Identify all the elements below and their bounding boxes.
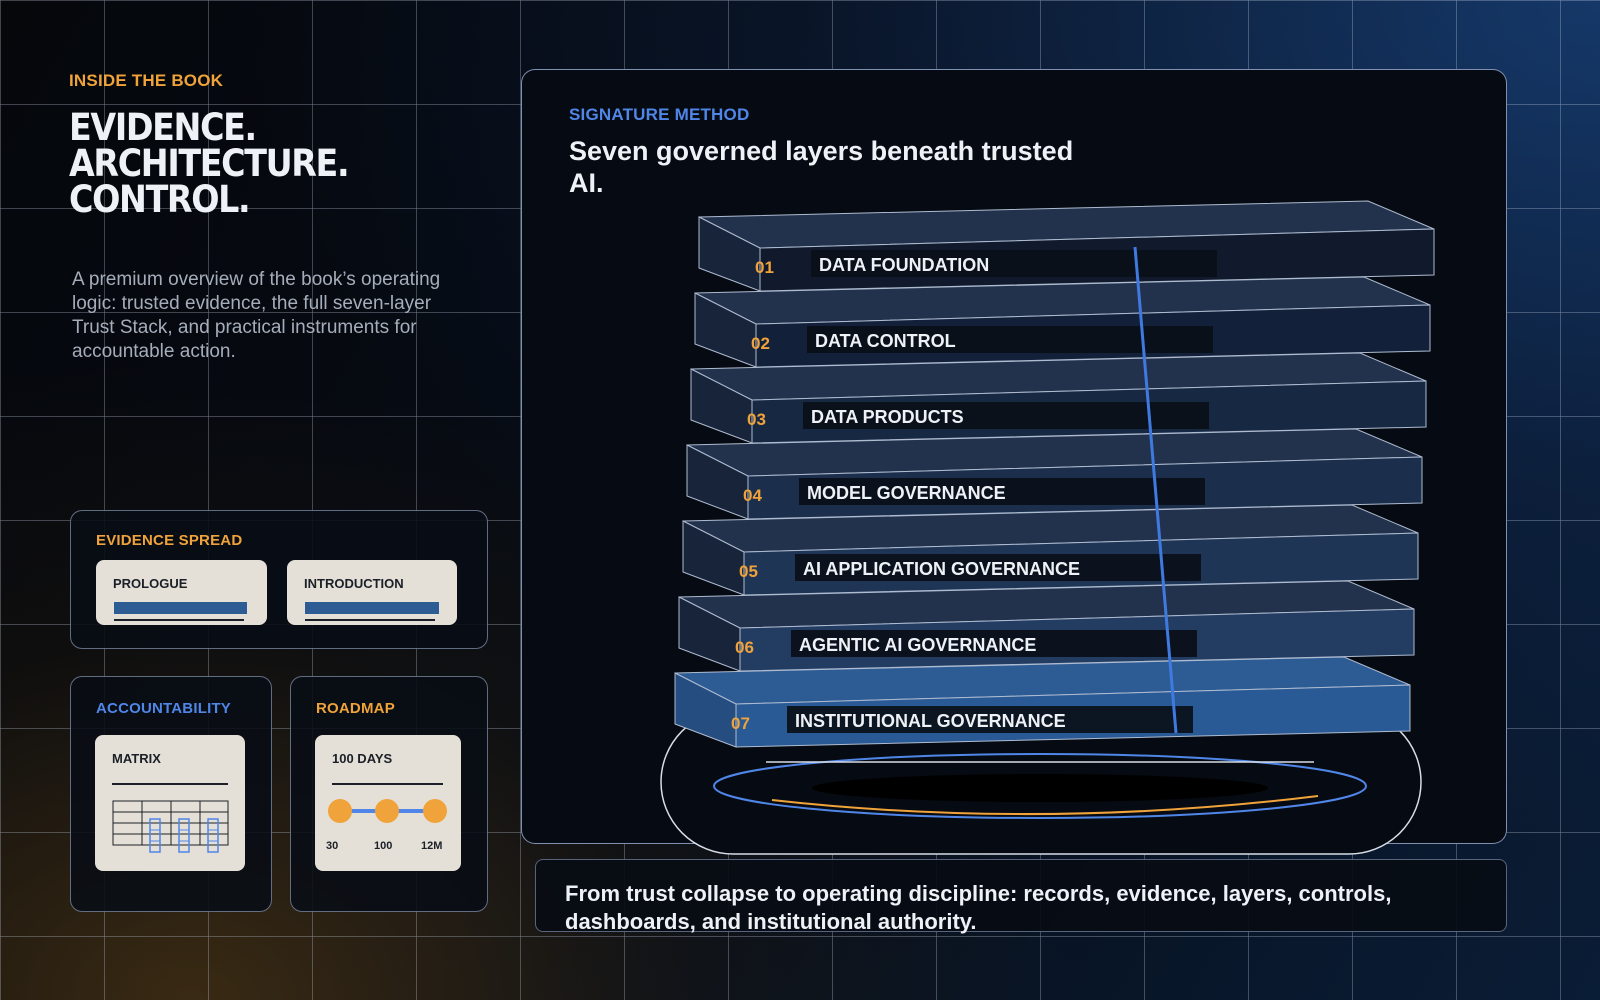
layer-number: 06 [735, 638, 754, 657]
layer-number: 07 [731, 714, 750, 733]
layer-label: MODEL GOVERNANCE [807, 483, 1006, 503]
layer-label: DATA FOUNDATION [819, 255, 989, 275]
layer-label: AGENTIC AI GOVERNANCE [799, 635, 1036, 655]
layer-number: 02 [751, 334, 770, 353]
layer-label: INSTITUTIONAL GOVERNANCE [795, 711, 1066, 731]
layer-label: DATA CONTROL [815, 331, 956, 351]
trust-stack-diagram: 01 DATA FOUNDATION 02 DATA CONTROL 03 DATA PR… [660, 200, 1435, 855]
layer-number: 04 [743, 486, 762, 505]
layer-number: 05 [739, 562, 758, 581]
layer-label: DATA PRODUCTS [811, 407, 964, 427]
footer-text: From trust collapse to operating discipl… [565, 881, 1392, 934]
layer-number: 01 [755, 258, 774, 277]
stack-layer-07[interactable]: 07 INSTITUTIONAL GOVERNANCE [674, 656, 1411, 748]
layer-label: AI APPLICATION GOVERNANCE [803, 559, 1080, 579]
layer-number: 03 [747, 410, 766, 429]
